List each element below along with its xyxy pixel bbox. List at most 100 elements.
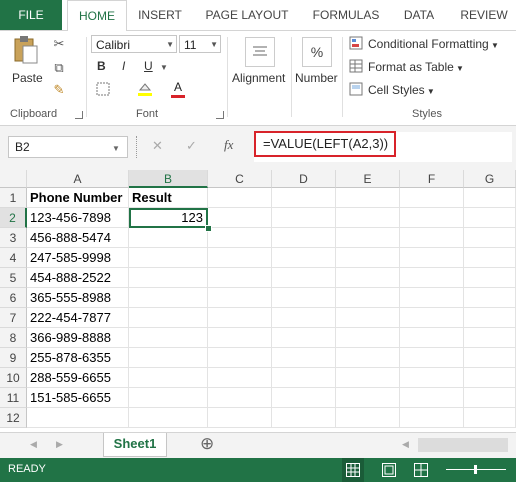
cell[interactable] <box>464 348 516 368</box>
row-header[interactable]: 12 <box>0 408 27 428</box>
cell[interactable] <box>208 248 272 268</box>
borders-icon[interactable] <box>95 81 111 97</box>
cell[interactable] <box>336 308 400 328</box>
cell[interactable] <box>336 248 400 268</box>
cell[interactable] <box>272 368 336 388</box>
cell[interactable] <box>336 228 400 248</box>
cell[interactable] <box>272 188 336 208</box>
alignment-button[interactable]: Alignment <box>232 71 285 85</box>
cell[interactable] <box>464 188 516 208</box>
cell[interactable] <box>464 408 516 428</box>
cell[interactable] <box>336 208 400 228</box>
tab-formulas[interactable]: FORMULAS <box>308 0 384 30</box>
cell[interactable] <box>208 368 272 388</box>
cell-styles-icon[interactable] <box>348 81 364 97</box>
page-break-view-icon[interactable] <box>414 463 428 480</box>
cell[interactable] <box>272 348 336 368</box>
cell[interactable] <box>400 188 464 208</box>
cell[interactable]: 454-888-2522 <box>27 268 129 288</box>
fill-color-icon[interactable] <box>137 81 153 97</box>
cell[interactable] <box>272 308 336 328</box>
cell[interactable] <box>400 308 464 328</box>
cell[interactable] <box>464 388 516 408</box>
cancel-icon[interactable]: ✕ <box>152 138 163 154</box>
cell[interactable] <box>129 348 208 368</box>
insert-function-icon[interactable]: fx <box>224 137 233 153</box>
cell[interactable] <box>400 388 464 408</box>
cell[interactable]: 366-989-8888 <box>27 328 129 348</box>
cell[interactable] <box>208 208 272 228</box>
column-header-d[interactable]: D <box>272 170 336 188</box>
cell[interactable]: 123-456-7898 <box>27 208 129 228</box>
row-header[interactable]: 2 <box>0 208 27 228</box>
percent-icon[interactable]: % <box>302 37 332 67</box>
cell[interactable] <box>129 388 208 408</box>
cell[interactable] <box>272 388 336 408</box>
enter-icon[interactable]: ✓ <box>186 138 197 154</box>
cell[interactable] <box>129 268 208 288</box>
cell[interactable] <box>336 328 400 348</box>
cut-icon[interactable]: ✂ <box>50 35 68 53</box>
cell[interactable] <box>336 288 400 308</box>
cell[interactable] <box>464 228 516 248</box>
cell[interactable] <box>336 188 400 208</box>
cell[interactable] <box>400 348 464 368</box>
column-header-g[interactable]: G <box>464 170 516 188</box>
cell[interactable]: 151-585-6655 <box>27 388 129 408</box>
active-cell[interactable]: 123 <box>129 208 208 228</box>
row-header[interactable]: 8 <box>0 328 27 348</box>
paste-button[interactable]: Paste <box>12 71 43 85</box>
cell[interactable] <box>336 388 400 408</box>
cell[interactable] <box>208 308 272 328</box>
cell[interactable] <box>272 208 336 228</box>
cell[interactable]: 456-888-5474 <box>27 228 129 248</box>
cell[interactable] <box>129 308 208 328</box>
format-as-table-icon[interactable] <box>348 58 364 74</box>
number-button[interactable]: Number <box>295 71 338 85</box>
row-header[interactable]: 5 <box>0 268 27 288</box>
column-header-c[interactable]: C <box>208 170 272 188</box>
cell[interactable] <box>208 268 272 288</box>
copy-icon[interactable]: ⧉ <box>50 59 68 77</box>
formula-input[interactable]: =VALUE(LEFT(A2,3)) <box>254 131 396 157</box>
cell[interactable]: 255-878-6355 <box>27 348 129 368</box>
chevron-down-icon[interactable]: ▼ <box>112 144 120 153</box>
bold-button[interactable]: B <box>97 59 106 73</box>
row-header[interactable]: 6 <box>0 288 27 308</box>
alignment-icon[interactable] <box>245 37 275 67</box>
cell[interactable]: 288-559-6655 <box>27 368 129 388</box>
cell[interactable] <box>400 208 464 228</box>
hscroll-left-icon[interactable]: ◀ <box>402 439 409 450</box>
cell[interactable] <box>400 408 464 428</box>
cell[interactable] <box>129 368 208 388</box>
column-header-e[interactable]: E <box>336 170 400 188</box>
cell[interactable] <box>208 228 272 248</box>
cell[interactable] <box>272 268 336 288</box>
cell[interactable] <box>129 328 208 348</box>
column-header-b[interactable]: B <box>129 170 208 188</box>
cell[interactable] <box>208 328 272 348</box>
row-header[interactable]: 7 <box>0 308 27 328</box>
cell[interactable]: 222-454-7877 <box>27 308 129 328</box>
tab-home[interactable]: HOME <box>67 0 127 32</box>
scroll-left-icon[interactable]: ◀ <box>30 439 37 450</box>
cell-styles-button[interactable]: Cell Styles ▼ <box>368 83 435 97</box>
cell[interactable] <box>129 228 208 248</box>
cell[interactable] <box>208 188 272 208</box>
cell[interactable]: Result <box>129 188 208 208</box>
cell[interactable] <box>400 248 464 268</box>
conditional-formatting-button[interactable]: Conditional Formatting ▼ <box>368 37 499 51</box>
font-size-combo[interactable]: 11 ▼ <box>179 35 221 53</box>
cell[interactable] <box>464 308 516 328</box>
italic-button[interactable]: I <box>122 59 125 73</box>
cell[interactable] <box>464 328 516 348</box>
column-header-f[interactable]: F <box>400 170 464 188</box>
cell[interactable]: 247-585-9998 <box>27 248 129 268</box>
tab-insert[interactable]: INSERT <box>130 0 190 30</box>
tab-page-layout[interactable]: PAGE LAYOUT <box>200 0 294 30</box>
row-header[interactable]: 9 <box>0 348 27 368</box>
font-name-combo[interactable]: Calibri ▼ <box>91 35 177 53</box>
scroll-right-icon[interactable]: ▶ <box>56 439 63 450</box>
cell[interactable] <box>400 268 464 288</box>
cell[interactable] <box>400 288 464 308</box>
